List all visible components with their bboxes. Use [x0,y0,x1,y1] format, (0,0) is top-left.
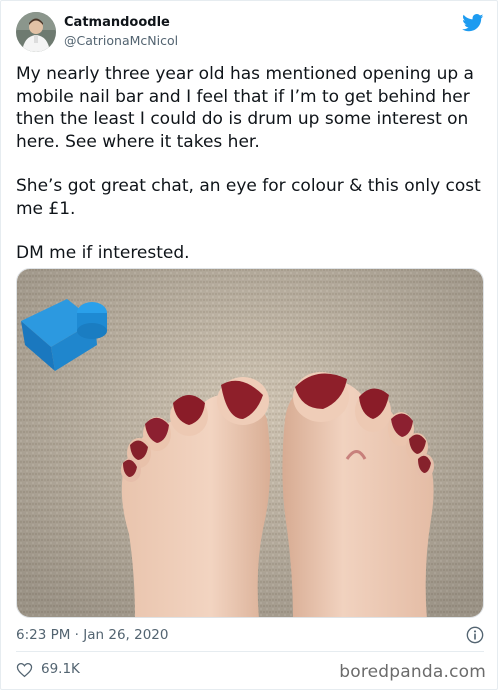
tweet-timestamp[interactable]: 6:23 PM · Jan 26, 2020 [16,627,169,643]
tweet-header: Catmandoodle @CatrionaMcNicol [16,12,484,54]
photo-toes-glitter-polish [17,269,483,617]
watermark: boredpanda.com [339,662,486,682]
tweet-paragraph: She’s got great chat, an eye for colour … [16,176,481,219]
author-display-name[interactable]: Catmandoodle [64,15,170,30]
info-icon[interactable] [466,626,484,644]
avatar[interactable] [16,12,56,52]
twitter-bird-icon[interactable] [462,14,484,32]
tweet-text: My nearly three year old has mentioned o… [16,63,486,287]
divider [16,651,484,652]
tweet-meta: 6:23 PM · Jan 26, 2020 [16,624,484,646]
heart-icon[interactable] [16,662,33,678]
tweet-paragraph: DM me if interested. [16,243,190,263]
tweet-photo[interactable] [16,268,484,618]
like-count: 69.1K [41,661,80,677]
tweet-paragraph: My nearly three year old has mentioned o… [16,64,474,152]
author-handle[interactable]: @CatrionaMcNicol [64,33,178,48]
